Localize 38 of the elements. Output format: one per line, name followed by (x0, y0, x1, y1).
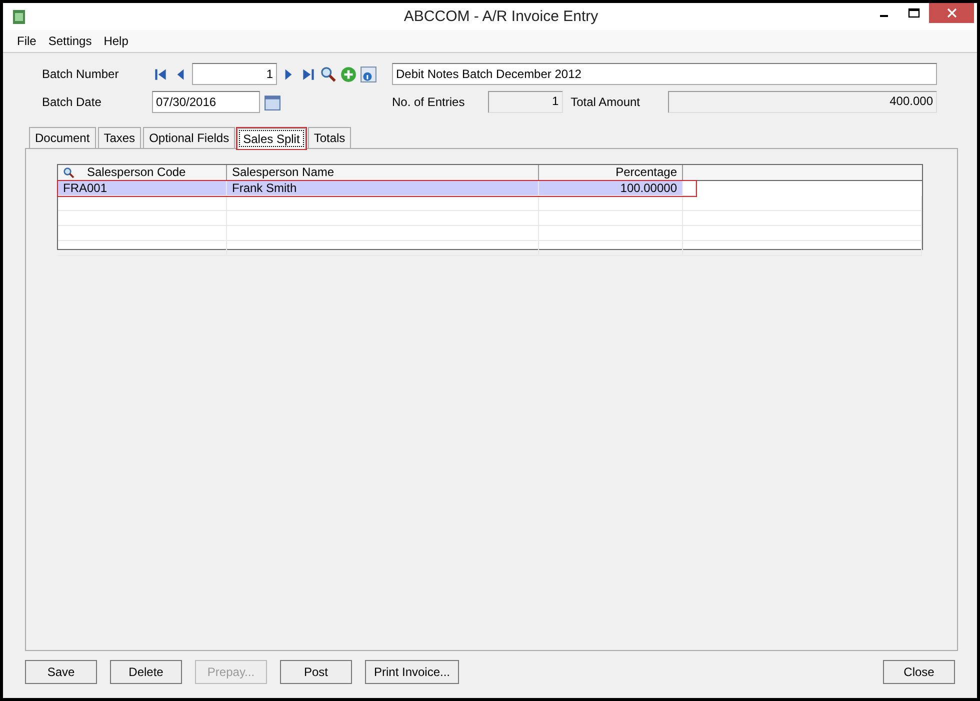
batch-number-field[interactable]: 1 (192, 63, 277, 85)
info-icon[interactable] (360, 66, 377, 82)
total-amount-field: 400.000 (668, 91, 937, 113)
table-cell: FRA001 (58, 181, 227, 195)
field-label: Batch Date (42, 95, 102, 109)
tab[interactable]: Document (29, 127, 96, 148)
menu-item[interactable]: File (11, 34, 42, 48)
tab[interactable]: Taxes (98, 127, 142, 148)
table-row[interactable]: FRA001 Frank Smith 100.00000 (58, 181, 696, 196)
tab[interactable]: Optional Fields (143, 127, 236, 148)
action-button[interactable]: Delete (110, 660, 182, 684)
menu-item[interactable]: Settings (42, 34, 98, 48)
action-button[interactable]: Save (25, 660, 97, 684)
table-cell: Frank Smith (227, 181, 539, 195)
field-label: Total Amount (570, 95, 640, 109)
column-header[interactable]: Salesperson Code (58, 165, 227, 180)
calendar-icon[interactable] (264, 94, 281, 110)
column-header[interactable]: Salesperson Name (227, 165, 539, 180)
search-icon[interactable] (320, 66, 337, 82)
action-button[interactable]: Post (280, 660, 352, 684)
app-icon (13, 10, 25, 24)
close-icon (946, 8, 956, 18)
column-header[interactable]: Percentage (539, 165, 683, 180)
close-button[interactable]: Close (883, 660, 955, 684)
search-icon[interactable] (63, 166, 75, 178)
entries-field: 1 (488, 91, 563, 113)
tab[interactable]: Sales Split (237, 128, 306, 149)
batch-description-field[interactable]: Debit Notes Batch December 2012 (392, 63, 937, 85)
batch-date-field[interactable]: 07/30/2016 (152, 91, 260, 113)
field-label: Batch Number (42, 67, 120, 81)
table-cell: 100.00000 (539, 181, 683, 195)
menu-item[interactable]: Help (98, 34, 134, 48)
action-button[interactable]: Print Invoice... (365, 660, 459, 684)
tab[interactable]: Totals (308, 127, 352, 148)
maximize-icon[interactable] (908, 8, 920, 18)
window-title: ABCCOM - A/R Invoice Entry (402, 8, 600, 25)
close-window-button[interactable] (929, 3, 974, 23)
field-label: No. of Entries (392, 95, 466, 109)
